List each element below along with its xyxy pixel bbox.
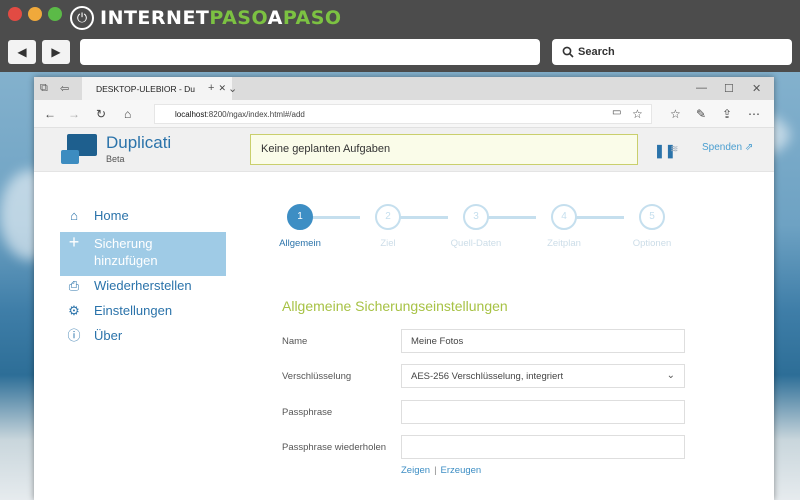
tab-title: DESKTOP-ULEBIOR - Du <box>96 84 196 94</box>
show-passphrase-link[interactable]: Zeigen <box>401 465 430 476</box>
sidebar-item-label: Wiederherstellen <box>94 278 192 293</box>
label-line: Sicherung <box>94 236 153 251</box>
more-icon[interactable]: ⋯ <box>748 107 760 121</box>
sidebar-item-add-backup[interactable]: + Sicherung hinzufügen <box>60 232 226 276</box>
pen-icon[interactable]: ✎ <box>696 107 706 121</box>
tab-preview-icon[interactable]: ⌄ <box>228 82 237 95</box>
step-4-label: Zeitplan <box>547 238 581 249</box>
label-line: hinzufügen <box>94 253 158 268</box>
search-box[interactable]: Search <box>552 39 792 65</box>
edge-browser-window: ⧉ ⇦ DESKTOP-ULEBIOR - Du ✕ + ⌄ — ☐ ✕ ← →… <box>34 77 774 500</box>
chevron-down-icon: ⌄ <box>666 370 675 381</box>
forward-icon[interactable]: → <box>68 107 80 121</box>
external-link-icon: ⇗ <box>744 142 754 153</box>
app-name: Duplicati <box>106 133 172 152</box>
close-window-button[interactable] <box>8 7 22 21</box>
power-icon: ⏻ <box>70 6 94 30</box>
set-aside-tabs-icon[interactable]: ⇦ <box>60 82 69 95</box>
app-edition: Beta <box>106 154 125 164</box>
search-label: Search <box>578 46 615 58</box>
sidebar: ⌂ Home + Sicherung hinzufügen ⎙ Wiederher… <box>60 207 226 352</box>
logo-text-part: INTERNET <box>100 7 210 29</box>
minimize-window-button[interactable] <box>28 7 42 21</box>
step-3-circle[interactable]: 3 <box>463 204 489 230</box>
duplicati-logo-icon-back <box>61 150 79 164</box>
close-tab-icon[interactable]: ✕ <box>218 83 226 94</box>
duplicati-header: Duplicati Beta Keine geplanten Aufgaben … <box>34 128 774 172</box>
sidebar-item-home[interactable]: ⌂ Home <box>60 207 226 231</box>
favorite-star-icon[interactable]: ☆ <box>632 107 643 121</box>
encryption-label: Verschlüsselung <box>282 371 352 382</box>
logo-text-part: PASO <box>282 7 342 29</box>
maximize-icon[interactable]: ☐ <box>724 82 734 95</box>
sidebar-item-restore[interactable]: ⎙ Wiederherstellen <box>60 277 226 301</box>
logo-text-part: PASO <box>209 7 268 29</box>
encryption-selected-value: AES-256 Verschlüsselung, integriert <box>411 371 564 382</box>
step-2-label: Ziel <box>380 238 396 249</box>
forward-button[interactable]: ▶ <box>42 40 70 64</box>
sidebar-item-label: Home <box>94 208 129 223</box>
passphrase-repeat-input[interactable] <box>401 435 685 459</box>
sidebar-item-label: Über <box>94 328 123 343</box>
search-icon <box>562 46 574 58</box>
step-5-label: Optionen <box>632 238 672 249</box>
url-path: :8200/ngax/index.html#/add <box>206 110 305 119</box>
passphrase-repeat-label: Passphrase wiederholen <box>282 442 387 453</box>
home-icon[interactable]: ⌂ <box>124 107 131 121</box>
donate-label: Spenden <box>702 142 743 153</box>
step-2-circle[interactable]: 2 <box>375 204 401 230</box>
share-icon[interactable]: ⇪ <box>722 107 732 121</box>
step-1-circle[interactable]: 1 <box>287 204 313 230</box>
site-logo: ⏻ INTERNETPASOAPASO <box>70 4 342 32</box>
link-separator: | <box>434 465 437 476</box>
new-tab-icon[interactable]: + <box>208 82 214 94</box>
minimize-icon[interactable]: — <box>696 82 707 94</box>
back-arrow-icon: ◀ <box>17 45 27 59</box>
passphrase-input[interactable] <box>401 400 685 424</box>
back-button[interactable]: ◀ <box>8 40 36 64</box>
step-5-circle[interactable]: 5 <box>639 204 665 230</box>
back-icon[interactable]: ← <box>44 107 56 121</box>
logo-text-part: A <box>267 7 283 29</box>
url-host: localhost <box>175 110 207 119</box>
favorites-icon[interactable]: ☆ <box>670 107 681 121</box>
step-4-circle[interactable]: 4 <box>551 204 577 230</box>
gear-icon: ⚙ <box>68 303 80 318</box>
refresh-icon[interactable]: ↻ <box>96 107 106 121</box>
tab-bar: ⧉ ⇦ DESKTOP-ULEBIOR - Du ✕ + ⌄ — ☐ ✕ <box>34 77 774 100</box>
encryption-select[interactable]: AES-256 Verschlüsselung, integriert ⌄ <box>401 364 685 388</box>
reading-view-icon[interactable]: ▭ <box>612 107 621 118</box>
name-label: Name <box>282 336 308 347</box>
url-field[interactable]: localhost:8200/ngax/index.html#/add <box>154 104 652 124</box>
maximize-window-button[interactable] <box>48 7 62 21</box>
sidebar-item-about[interactable]: ⓘ Über <box>60 327 226 351</box>
info-icon: ⓘ <box>67 328 81 343</box>
tab-actions-icon[interactable]: ⧉ <box>40 82 48 95</box>
address-bar[interactable] <box>80 39 540 65</box>
outer-browser-toolbar: ⏻ INTERNETPASOAPASO ◀ ▶ Search <box>0 0 800 72</box>
name-input[interactable]: Meine Fotos <box>401 329 685 353</box>
passphrase-links: Zeigen | Erzeugen <box>401 465 481 476</box>
wizard-stepper: 1 2 3 4 5 Allgemein Ziel Quell-Daten Zei… <box>272 204 692 254</box>
section-title: Allgemeine Sicherungseinstellungen <box>282 298 508 314</box>
plus-icon: + <box>68 232 80 252</box>
passphrase-label: Passphrase <box>282 407 333 418</box>
throttle-icon[interactable]: ≋ <box>670 144 678 155</box>
restore-icon: ⎙ <box>68 278 80 293</box>
donate-link[interactable]: Spenden ⇗ <box>702 142 753 153</box>
step-1-label: Allgemein <box>279 238 321 249</box>
status-box: Keine geplanten Aufgaben <box>250 134 638 165</box>
generate-passphrase-link[interactable]: Erzeugen <box>441 465 482 476</box>
home-icon: ⌂ <box>70 208 78 223</box>
step-3-label: Quell-Daten <box>450 238 502 249</box>
forward-arrow-icon: ▶ <box>51 45 61 59</box>
close-icon[interactable]: ✕ <box>752 82 761 95</box>
sidebar-item-label: Einstellungen <box>94 303 173 318</box>
sidebar-item-settings[interactable]: ⚙ Einstellungen <box>60 302 226 326</box>
url-toolbar: ← → ↻ ⌂ localhost:8200/ngax/index.html#/… <box>34 100 774 128</box>
sidebar-item-label: Sicherung hinzufügen <box>94 235 158 269</box>
